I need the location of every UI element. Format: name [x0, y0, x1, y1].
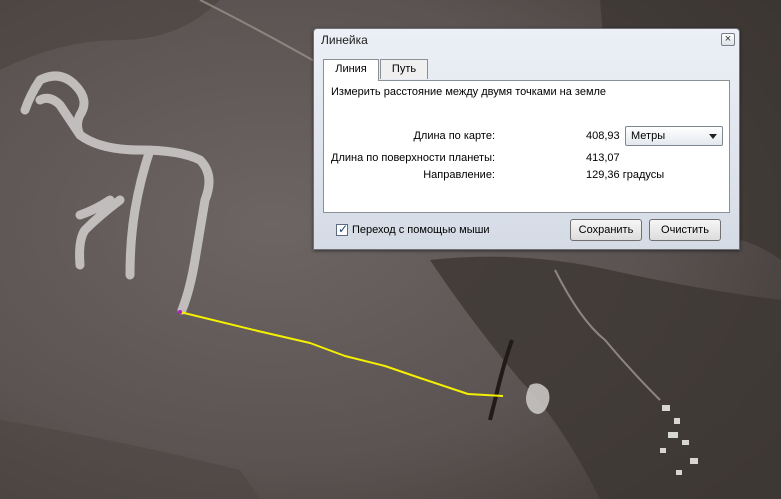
tab-panel: Измерить расстояние между двумя точками … — [323, 80, 730, 213]
mouse-nav-label: Переход с помощью мыши — [352, 224, 490, 236]
chevron-down-icon — [709, 134, 717, 139]
heading-label: Направление: — [423, 169, 495, 181]
surface-length-label: Длина по поверхности планеты: — [331, 152, 496, 164]
clear-button-label: Очистить — [661, 224, 709, 236]
save-button-label: Сохранить — [578, 224, 634, 236]
heading-value: 129,36 градусы — [586, 169, 665, 181]
close-button[interactable]: × — [721, 33, 735, 46]
checkmark-icon: ✓ — [338, 222, 349, 236]
tab-line-label: Линия — [335, 63, 367, 75]
mouse-nav-checkbox[interactable]: ✓ — [336, 222, 349, 236]
tab-path-label: Путь — [391, 63, 417, 75]
dialog-title: Линейка — [321, 33, 368, 47]
dialog-titlebar[interactable]: Линейка × — [314, 29, 739, 51]
save-button[interactable]: Сохранить — [570, 219, 642, 241]
ruler-start-point[interactable] — [178, 310, 182, 314]
units-selected-value: Метры — [631, 130, 666, 142]
tab-path[interactable]: Путь — [380, 59, 428, 79]
units-dropdown[interactable]: Метры — [625, 126, 723, 146]
close-icon: × — [724, 33, 732, 45]
surface-length-value: 413,07 — [586, 152, 620, 164]
clear-button[interactable]: Очистить — [649, 219, 721, 241]
map-length-value: 408,93 — [586, 130, 620, 142]
ruler-measure-line[interactable] — [179, 311, 504, 397]
ruler-dialog: Линейка × Линия Путь Измерить расстояние… — [313, 28, 740, 250]
map-length-label: Длина по карте: — [413, 130, 495, 142]
description-text: Измерить расстояние между двумя точками … — [331, 86, 607, 98]
tab-line[interactable]: Линия — [323, 59, 379, 81]
